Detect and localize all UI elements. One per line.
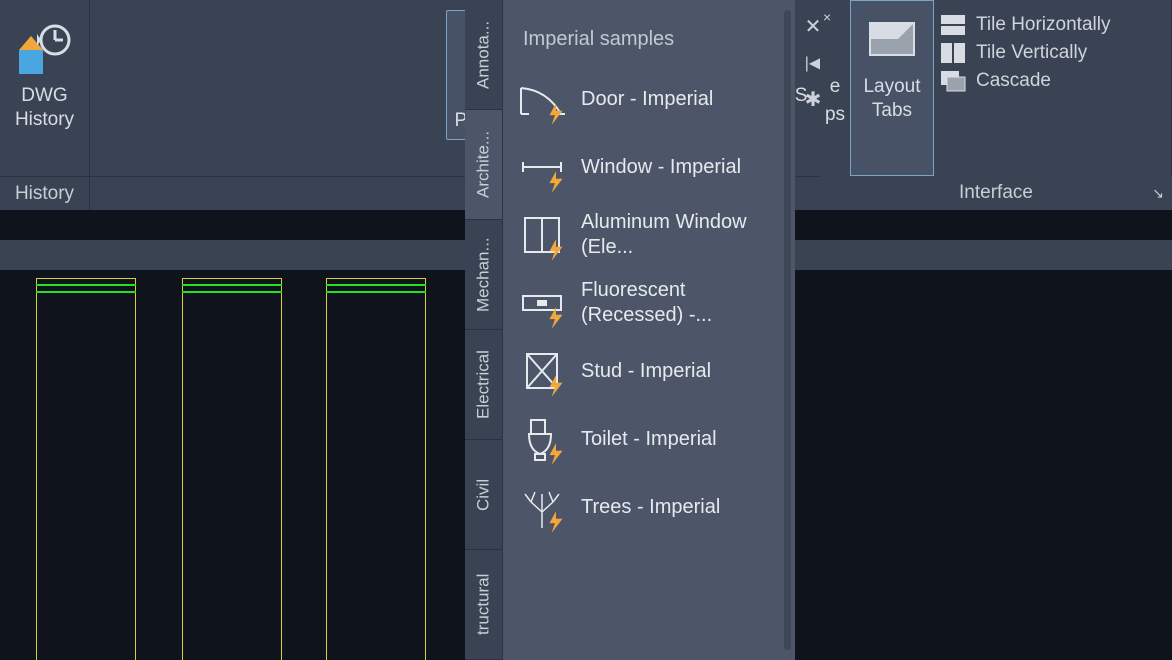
door-icon xyxy=(517,73,567,125)
ribbon-partial-item[interactable]: × e ps xyxy=(820,0,850,176)
palette-item-label: Toilet - Imperial xyxy=(581,427,717,452)
palette-tab-strip: Annota... Archite... Mechan... Electrica… xyxy=(465,0,503,660)
palette-item-label: Stud - Imperial xyxy=(581,359,711,384)
palette-tab-structural[interactable]: tructural xyxy=(465,550,502,660)
history-icon xyxy=(13,16,77,80)
palette-item-label: Trees - Imperial xyxy=(581,495,720,520)
palette-close-icon[interactable]: ✕ xyxy=(805,14,822,39)
close-icon[interactable]: × xyxy=(823,9,831,25)
expand-icon[interactable]: ↘ xyxy=(1152,185,1164,202)
palette-title: Imperial samples xyxy=(503,0,795,65)
palette-item-label: Window - Imperial xyxy=(581,155,741,180)
cascade-button[interactable]: Cascade xyxy=(940,70,1110,92)
palette-tab-electrical[interactable]: Electrical xyxy=(465,330,502,440)
panel-footer-history[interactable]: History xyxy=(0,176,89,210)
palette-item-toilet[interactable]: Toilet - Imperial xyxy=(503,405,795,473)
panel-footer-interface[interactable]: Interface ↘ xyxy=(820,176,1172,210)
palette-item-alum-window[interactable]: Aluminum Window (Ele... xyxy=(503,201,795,269)
palette-item-stud[interactable]: Stud - Imperial xyxy=(503,337,795,405)
layout-tabs-label: Layout Tabs xyxy=(863,75,920,123)
stud-icon xyxy=(517,345,567,397)
tile-h-icon xyxy=(940,14,966,36)
layout-tabs-icon xyxy=(860,7,924,71)
window-icon xyxy=(517,141,567,193)
layout-tabs-button[interactable]: Layout Tabs xyxy=(850,0,934,176)
palette-scrollbar[interactable] xyxy=(784,10,791,650)
palette-item-fluorescent[interactable]: Fluorescent (Recessed) -... xyxy=(503,269,795,337)
toilet-icon xyxy=(517,413,567,465)
trees-icon xyxy=(517,481,567,533)
dwg-history-label: DWG History xyxy=(15,84,74,132)
tile-vertically-button[interactable]: Tile Vertically xyxy=(940,42,1110,64)
palette-item-label: Fluorescent (Recessed) -... xyxy=(581,278,761,328)
fluorescent-icon xyxy=(517,277,567,329)
tile-v-label: Tile Vertically xyxy=(976,42,1087,64)
palette-options-icon[interactable]: ✱ xyxy=(805,87,822,112)
aluminum-window-icon xyxy=(517,209,567,261)
tile-h-label: Tile Horizontally xyxy=(976,14,1110,36)
cascade-label: Cascade xyxy=(976,70,1051,92)
palette-tab-civil[interactable]: Civil xyxy=(465,440,502,550)
palette-item-label: Door - Imperial xyxy=(581,87,713,112)
ribbon-right-region: × e ps Layout Tabs Tile Horizontally T xyxy=(820,0,1116,176)
palette-autohide-icon[interactable]: |◀ xyxy=(805,53,821,73)
tile-v-icon xyxy=(940,42,966,64)
palette-item-trees[interactable]: Trees - Imperial xyxy=(503,473,795,541)
palette-tab-annotation[interactable]: Annota... xyxy=(465,0,502,110)
palette-item-list: Door - Imperial Window - Imperial xyxy=(503,65,795,660)
tool-palette-panel: Annota... Archite... Mechan... Electrica… xyxy=(465,0,795,660)
palette-tab-mechanical[interactable]: Mechan... xyxy=(465,220,502,330)
palette-tab-architectural[interactable]: Archite... xyxy=(465,110,502,220)
tile-horizontally-button[interactable]: Tile Horizontally xyxy=(940,14,1110,36)
palette-item-window[interactable]: Window - Imperial xyxy=(503,133,795,201)
cascade-icon xyxy=(940,70,966,92)
ribbon-panel-history: DWG History History xyxy=(0,0,90,210)
dwg-history-button[interactable]: DWG History xyxy=(5,10,85,138)
palette-item-door[interactable]: Door - Imperial xyxy=(503,65,795,133)
window-arrange-list: Tile Horizontally Tile Vertically Cascad… xyxy=(934,0,1116,176)
palette-item-label: Aluminum Window (Ele... xyxy=(581,210,761,260)
